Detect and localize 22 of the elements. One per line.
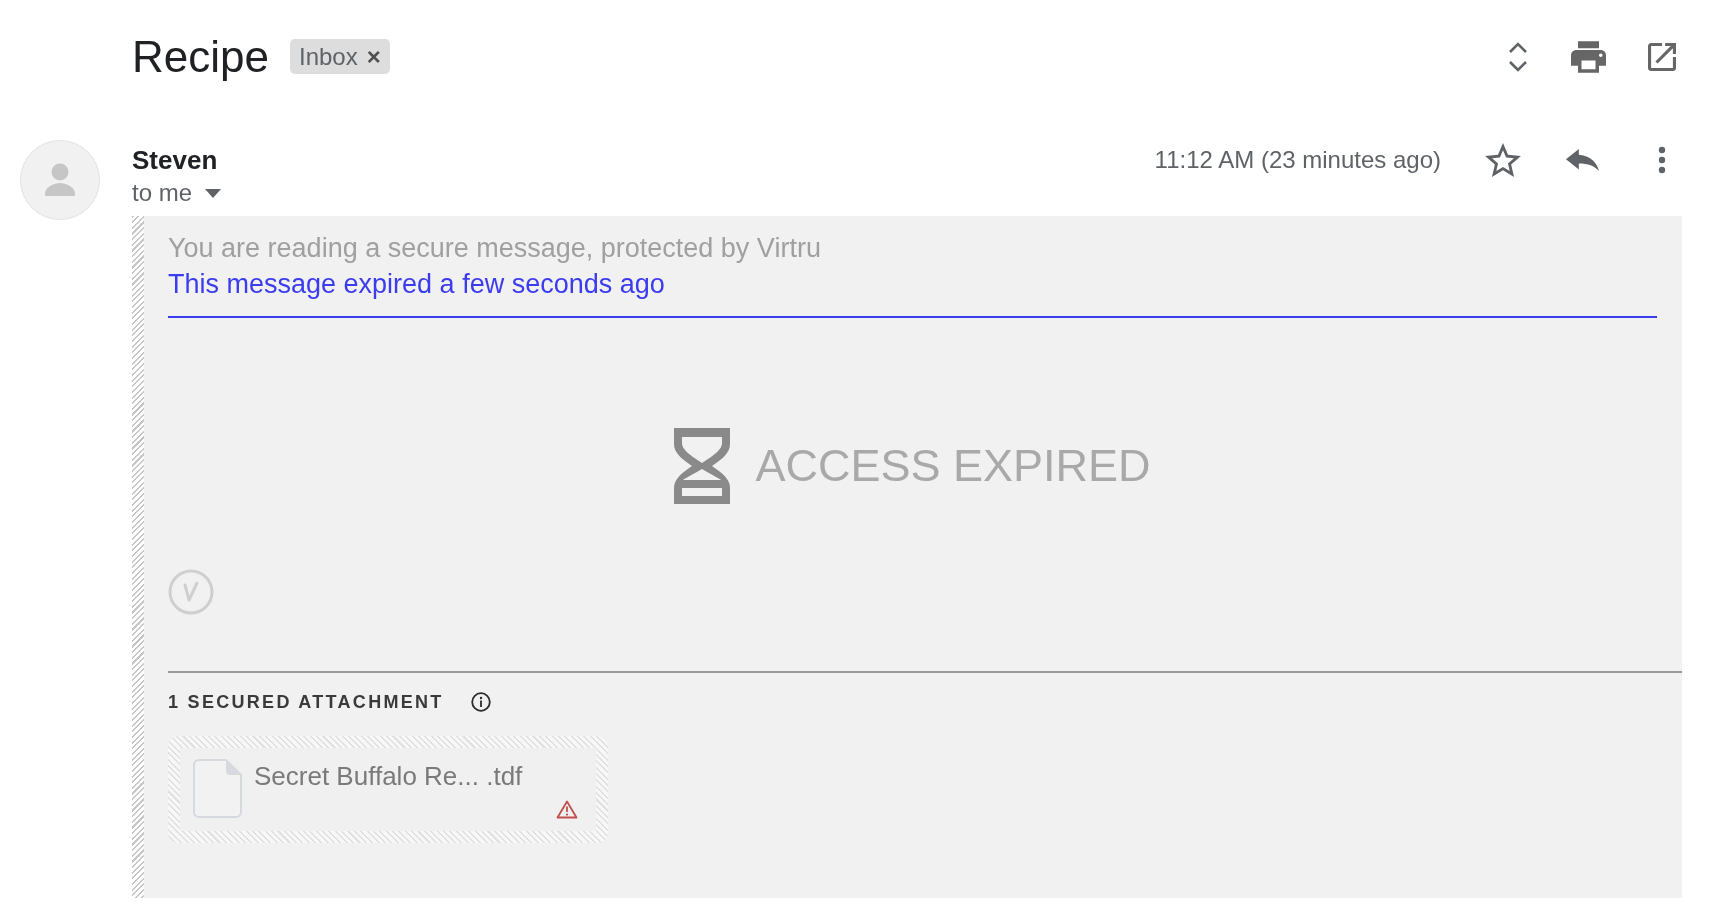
- hourglass-icon: [674, 428, 731, 504]
- logo-icon: [168, 569, 214, 615]
- remove-label-button[interactable]: ×: [366, 39, 381, 74]
- print-icon[interactable]: [1571, 40, 1606, 73]
- more-options-icon[interactable]: [1658, 146, 1666, 174]
- reply-icon[interactable]: [1566, 149, 1599, 171]
- star-icon[interactable]: [1485, 143, 1521, 177]
- recipients-dropdown[interactable]: to me: [132, 178, 222, 208]
- security-notice: You are reading a secure message, protected by Virtru: [168, 232, 822, 265]
- subject-title: Recipe: [132, 31, 269, 83]
- attachments-heading: 1 SECURED ATTACHMENT: [168, 691, 444, 714]
- external-link-icon[interactable]: [1648, 42, 1676, 71]
- label-name: Inbox: [298, 42, 358, 72]
- caret-icon: [205, 188, 222, 198]
- message-time: 11:12 AM (23 minutes ago): [1154, 145, 1441, 175]
- access-expired-text: ACCESS EXPIRED: [755, 440, 1151, 492]
- sender-name: Steven: [132, 144, 218, 176]
- avatar-icon: [20, 140, 100, 220]
- expiry-notice: This message expired a few seconds ago: [168, 268, 666, 301]
- attachment-name: Secret Buffalo Re... .tdf: [254, 761, 524, 793]
- info-icon[interactable]: [470, 692, 491, 712]
- file-icon: [193, 759, 242, 818]
